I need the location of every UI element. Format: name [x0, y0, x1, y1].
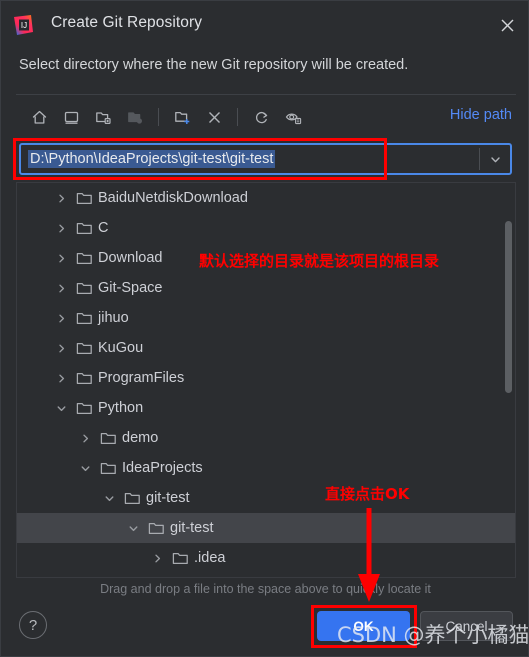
vertical-scrollbar[interactable] — [505, 221, 512, 393]
folder-icon — [99, 430, 117, 446]
tree-row-label: .idea — [194, 550, 226, 566]
svg-text:IJ: IJ — [21, 21, 27, 30]
folder-icon — [75, 190, 93, 206]
folder-icon — [75, 400, 93, 416]
folder-icon — [147, 520, 165, 536]
chevron-down-icon[interactable] — [480, 145, 510, 173]
chevron-down-icon[interactable] — [77, 460, 93, 476]
folder-icon — [75, 280, 93, 296]
file-chooser-toolbar — [23, 102, 309, 132]
path-input-value[interactable]: D:\Python\IdeaProjects\git-test\git-test — [28, 150, 276, 168]
chevron-right-icon[interactable] — [77, 430, 93, 446]
toolbar-separator-2 — [237, 108, 238, 126]
folder-icon — [123, 490, 141, 506]
tree-row[interactable]: Git-Space — [17, 273, 515, 303]
dialog-subtitle: Select directory where the new Git repos… — [19, 57, 409, 73]
tree-row[interactable]: ProgramFiles — [17, 363, 515, 393]
folder-icon — [75, 370, 93, 386]
cancel-button[interactable]: Cancel — [420, 611, 513, 641]
tree-row-label: Python — [98, 400, 144, 416]
chevron-right-icon[interactable] — [53, 220, 69, 236]
tree-row[interactable]: demo — [17, 423, 515, 453]
tree-row[interactable]: C — [17, 213, 515, 243]
tree-row-label: IdeaProjects — [122, 460, 203, 476]
chevron-down-icon[interactable] — [101, 490, 117, 506]
tree-row[interactable]: KuGou — [17, 333, 515, 363]
folder-icon — [75, 220, 93, 236]
tree-row-label: jihuo — [98, 310, 129, 326]
chevron-down-icon[interactable] — [53, 400, 69, 416]
drag-drop-hint: Drag and drop a file into the space abov… — [100, 582, 431, 596]
tree-row-label: BaiduNetdiskDownload — [98, 190, 248, 206]
home-icon[interactable] — [23, 103, 55, 131]
chevron-right-icon[interactable] — [53, 250, 69, 266]
refresh-icon[interactable] — [245, 103, 277, 131]
chevron-right-icon[interactable] — [53, 370, 69, 386]
folder-icon — [75, 310, 93, 326]
intellij-idea-logo-icon: IJ — [12, 14, 34, 36]
tree-row[interactable]: jihuo — [17, 303, 515, 333]
dialog-titlebar: IJ Create Git Repository — [1, 1, 528, 49]
tree-row-label: git-test — [146, 490, 190, 506]
dialog-title: Create Git Repository — [51, 14, 203, 31]
tree-row-label: Git-Space — [98, 280, 163, 296]
module-folder-icon — [119, 103, 151, 131]
path-input-field[interactable]: D:\Python\IdeaProjects\git-test\git-test — [19, 143, 512, 175]
show-hidden-files-icon[interactable] — [277, 103, 309, 131]
tree-row-label: ProgramFiles — [98, 370, 185, 386]
chevron-right-icon[interactable] — [53, 340, 69, 356]
folder-icon — [99, 460, 117, 476]
desktop-icon[interactable] — [55, 103, 87, 131]
tree-row-label: demo — [122, 430, 159, 446]
tree-row[interactable]: .idea — [17, 543, 515, 573]
new-folder-icon[interactable] — [166, 103, 198, 131]
header-divider — [16, 94, 516, 95]
folder-icon — [75, 340, 93, 356]
tree-row[interactable]: git-test — [17, 513, 515, 543]
help-button[interactable]: ? — [19, 611, 47, 639]
project-folder-icon[interactable] — [87, 103, 119, 131]
folder-icon — [171, 550, 189, 566]
tree-row[interactable]: Download — [17, 243, 515, 273]
ok-button[interactable]: OK — [317, 611, 410, 641]
toolbar-separator-1 — [158, 108, 159, 126]
tree-row[interactable]: IdeaProjects — [17, 453, 515, 483]
hide-path-link[interactable]: Hide path — [450, 107, 512, 123]
chevron-down-icon[interactable] — [125, 520, 141, 536]
chevron-right-icon[interactable] — [53, 310, 69, 326]
tree-row[interactable]: BaiduNetdiskDownload — [17, 183, 515, 213]
tree-row[interactable]: Python — [17, 393, 515, 423]
tree-row-label: Download — [98, 250, 163, 266]
tree-row-label: KuGou — [98, 340, 144, 356]
tree-row-label: C — [98, 220, 109, 236]
close-icon[interactable] — [492, 11, 522, 39]
chevron-right-icon[interactable] — [53, 280, 69, 296]
tree-row[interactable]: git-test — [17, 483, 515, 513]
delete-icon[interactable] — [198, 103, 230, 131]
directory-tree[interactable]: BaiduNetdiskDownload C Download Git-Space ji… — [16, 182, 516, 578]
folder-icon — [75, 250, 93, 266]
tree-row-label: git-test — [170, 520, 214, 536]
chevron-right-icon[interactable] — [53, 190, 69, 206]
chevron-right-icon[interactable] — [149, 550, 165, 566]
create-git-repository-dialog: IJ Create Git Repository Select director… — [0, 0, 529, 657]
